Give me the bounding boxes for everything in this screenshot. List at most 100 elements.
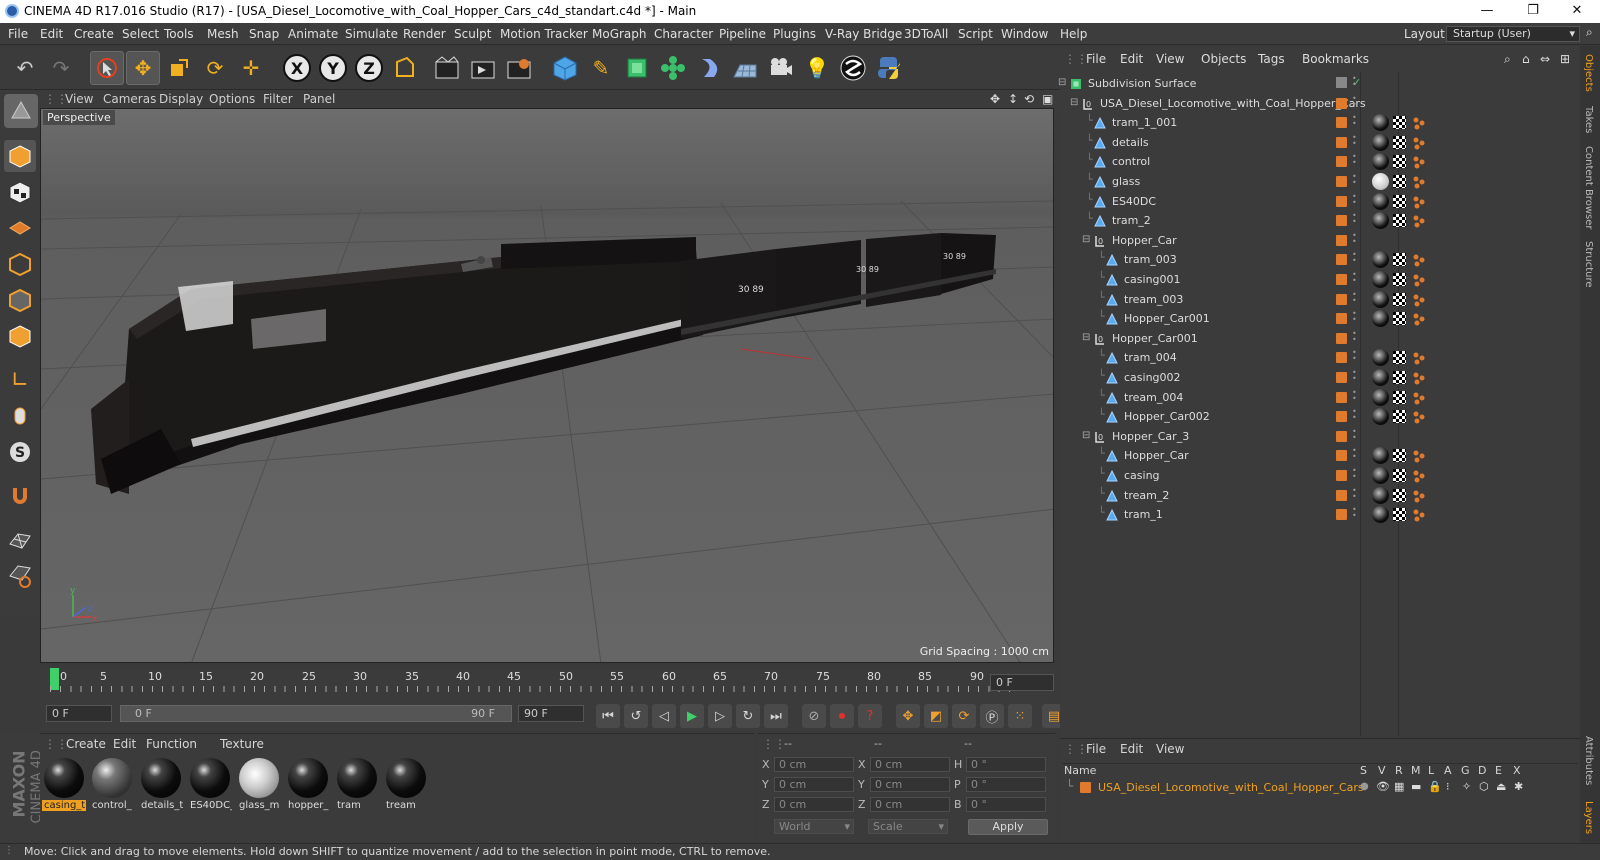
mat-menu-function[interactable]: Function (146, 737, 197, 751)
tab-attributes[interactable]: Attributes (1583, 736, 1594, 785)
uvw-tag-icon[interactable] (1393, 135, 1406, 149)
selection-tag-icon[interactable] (1412, 312, 1426, 326)
object-name[interactable]: tream_004 (1124, 391, 1183, 404)
material-tag-icon[interactable] (1372, 349, 1389, 367)
light-icon[interactable]: 💡 (800, 51, 834, 85)
object-row[interactable]: └ Hopper_Car001 • • (1062, 309, 1578, 329)
layer-color-swatch[interactable] (1336, 509, 1347, 521)
material-tag-icon[interactable] (1372, 212, 1389, 230)
material-swatch[interactable]: details_t (139, 756, 183, 814)
pos-z-field[interactable]: 0 cm (774, 797, 854, 812)
xref-icon[interactable]: ✱ (1514, 780, 1523, 793)
visibility-dots-icon[interactable]: • • (1352, 388, 1357, 404)
visibility-dots-icon[interactable]: • • (1352, 290, 1357, 306)
size-x-field[interactable]: 0 cm (870, 757, 950, 772)
selection-tag-icon[interactable] (1412, 449, 1426, 463)
visibility-dots-icon[interactable]: • • (1352, 192, 1357, 208)
key-position-icon[interactable]: ✥ (896, 704, 920, 728)
visibility-dots-icon[interactable]: • • (1352, 94, 1357, 110)
object-row[interactable]: ⊟ 0 USA_Diesel_Locomotive_with_Coal_Hopper… (1062, 94, 1578, 114)
menu-mesh[interactable]: Mesh (207, 27, 239, 41)
points-mode-icon[interactable] (4, 248, 36, 280)
object-row[interactable]: ⊟ 0 Hopper_Car001 • • (1062, 329, 1578, 349)
toggle-view-icon[interactable]: ▣ (1042, 92, 1053, 106)
selection-tag-icon[interactable] (1412, 410, 1426, 424)
layer-color-swatch[interactable] (1336, 430, 1347, 442)
layer-color-swatch[interactable] (1336, 293, 1347, 305)
object-name[interactable]: casing (1124, 469, 1160, 482)
material-tag-icon[interactable] (1372, 251, 1389, 269)
object-row[interactable]: └ tream_003 • • (1062, 290, 1578, 310)
visibility-dots-icon[interactable]: • • (1352, 467, 1357, 482)
rot-p-field[interactable]: 0 ° (966, 777, 1046, 792)
menu-render[interactable]: Render (403, 27, 446, 41)
workplane-grid-icon[interactable] (4, 524, 36, 556)
visibility-dots-icon[interactable]: • • (1352, 506, 1357, 521)
uvw-tag-icon[interactable] (1393, 449, 1406, 463)
material-swatch[interactable]: hopper_ (286, 756, 330, 814)
world-dropdown[interactable]: World ▾ (774, 819, 854, 834)
move-tool-icon[interactable]: ✥ (126, 51, 160, 85)
obj-menu-objects[interactable]: Objects (1201, 52, 1246, 66)
object-row[interactable]: └ tram_004 • • (1062, 348, 1578, 368)
material-tag-icon[interactable] (1372, 133, 1389, 151)
menu-3dtoall[interactable]: 3DToAll (904, 27, 948, 41)
object-row[interactable]: └ casing001 • • (1062, 270, 1578, 290)
object-name[interactable]: glass (1112, 175, 1140, 188)
layer-swatch[interactable] (1336, 77, 1347, 88)
manager-icon[interactable]: ▬ (1411, 780, 1421, 793)
object-name[interactable]: Hopper_Car002 (1124, 410, 1210, 423)
menu-script[interactable]: Script (958, 27, 993, 41)
uvw-tag-icon[interactable] (1393, 312, 1406, 326)
layer-color-swatch[interactable] (1336, 470, 1347, 481)
uvw-tag-icon[interactable] (1393, 371, 1406, 384)
layout-select[interactable]: Startup (User) ▾ (1446, 26, 1580, 42)
coordinate-system-icon[interactable] (388, 51, 422, 85)
x-axis-lock-icon[interactable]: X (283, 54, 311, 82)
uvw-tag-icon[interactable] (1393, 155, 1406, 169)
pen-spline-icon[interactable]: ✎ (584, 51, 618, 85)
uvw-tag-icon[interactable] (1393, 469, 1406, 482)
menu-snap[interactable]: Snap (249, 27, 279, 41)
layer-color-swatch[interactable] (1336, 117, 1347, 129)
menu-character[interactable]: Character (654, 27, 713, 41)
scale-tool-icon[interactable] (162, 51, 196, 85)
material-tag-icon[interactable] (1372, 153, 1389, 171)
selection-tag-icon[interactable] (1412, 508, 1426, 522)
tab-structure[interactable]: Structure (1583, 241, 1594, 288)
previous-key-icon[interactable]: ↺ (624, 704, 648, 728)
material-tag-icon[interactable] (1372, 408, 1389, 426)
object-row[interactable]: └ tram_2 • • (1062, 211, 1578, 231)
object-row[interactable]: └ casing002 • • (1062, 368, 1578, 388)
mat-menu-texture[interactable]: Texture (220, 737, 264, 751)
expand-toggle-icon[interactable]: ⊟ (1058, 77, 1066, 88)
current-frame-field[interactable]: 0 F (990, 674, 1054, 691)
go-to-end-icon[interactable]: ⏭ (764, 704, 788, 728)
deformers-icon[interactable]: ⬡ (1479, 780, 1489, 793)
rot-h-field[interactable]: 0 ° (966, 757, 1046, 772)
camera-icon[interactable] (764, 51, 798, 85)
menu-tools[interactable]: Tools (164, 27, 194, 41)
selection-tag-icon[interactable] (1412, 136, 1426, 150)
pos-x-field[interactable]: 0 cm (774, 757, 854, 772)
material-tag-icon[interactable] (1372, 173, 1389, 190)
object-name[interactable]: Hopper_Car (1112, 234, 1177, 247)
rot-b-field[interactable]: 0 ° (966, 797, 1046, 812)
selection-tag-icon[interactable] (1412, 489, 1426, 503)
uvw-tag-icon[interactable] (1393, 194, 1406, 208)
lock-icon[interactable]: 🔒 (1428, 780, 1442, 793)
object-name[interactable]: casing001 (1124, 273, 1181, 286)
render-to-picture-viewer-icon[interactable] (466, 51, 500, 85)
att-menu-file[interactable]: File (1086, 742, 1106, 756)
layer-color-swatch[interactable] (1336, 274, 1347, 285)
render-icon[interactable]: ▦ (1394, 780, 1404, 793)
expand-toggle-icon[interactable]: ⊟ (1082, 332, 1090, 343)
pan-view-icon[interactable]: ✥ (990, 92, 1000, 106)
object-name[interactable]: casing002 (1124, 371, 1181, 384)
subdivision-surface-icon[interactable] (620, 51, 654, 85)
layer-color-swatch[interactable] (1336, 176, 1347, 187)
generators-icon[interactable]: ✧ (1462, 780, 1471, 793)
selection-tag-icon[interactable] (1412, 371, 1426, 385)
key-scale-icon[interactable]: ◩ (924, 704, 948, 728)
layer-color-swatch[interactable] (1336, 234, 1347, 246)
